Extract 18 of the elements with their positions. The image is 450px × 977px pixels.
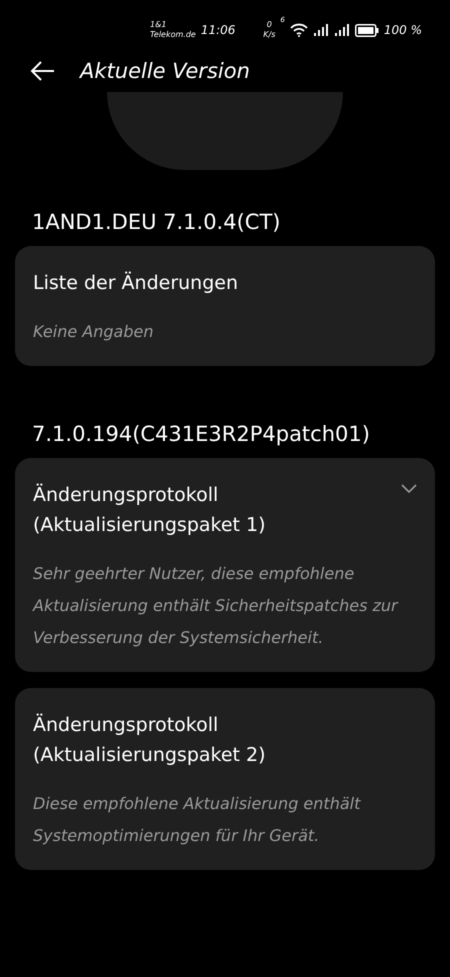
card-title: Änderungsprotokoll (Aktualisierungspaket 1) — [33, 482, 267, 538]
battery-percent: 100 % — [384, 23, 422, 37]
signal-icon — [312, 24, 329, 36]
card-title: Änderungsprotokoll (Aktualisierungspaket 2) — [33, 712, 267, 768]
card-text: Keine Angaben — [33, 321, 154, 343]
carrier-label: 1&1 Telekom.de — [150, 20, 196, 40]
card-title: Liste der Änderungen — [33, 270, 240, 296]
wifi-icon — [290, 23, 308, 37]
clock-time: 11:06 — [200, 23, 236, 37]
card-text: Diese empfohlene Aktualisierung enthält Systemoptimierungen für Ihr Gerät. — [33, 793, 362, 847]
signal-icon — [334, 24, 350, 36]
version-label: 7.1.0.194(C431E3R2P4patch01) — [31, 421, 371, 448]
battery-icon — [354, 24, 379, 36]
page-title: Aktuelle Version — [80, 59, 250, 83]
chevron-down-icon[interactable] — [401, 484, 417, 494]
version-label: 1AND1.DEU 7.1.0.4(CT) — [31, 209, 282, 236]
network-speed: 0 K/s — [263, 20, 276, 40]
card-text: Sehr geehrter Nutzer, diese empfohlene Aktualisierung enthält Sicherheitspatches zur Verbesserung der Systemsicherheit. — [33, 563, 400, 649]
